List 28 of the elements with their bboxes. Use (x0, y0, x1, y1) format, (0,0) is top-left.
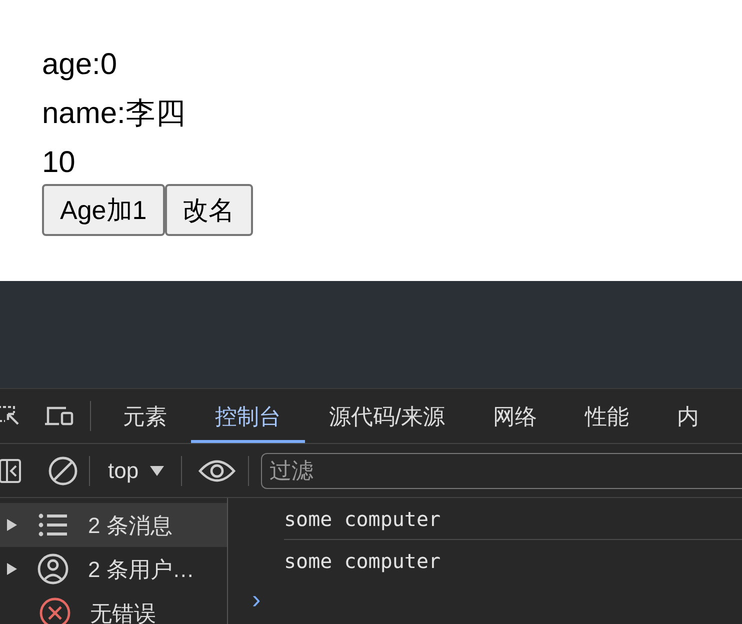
output-text: 10 (42, 145, 76, 181)
console-message: some computer (284, 506, 441, 532)
clear-icon[interactable] (47, 454, 79, 486)
expand-icon[interactable] (6, 562, 18, 576)
eye-icon[interactable] (198, 458, 236, 484)
action-button[interactable]: Age加1 (42, 184, 165, 236)
list-icon (38, 513, 68, 537)
context-dropdown[interactable]: top (100, 454, 173, 487)
panel-tab[interactable]: 源代码/来源 (305, 389, 470, 443)
output-text: age:0 (42, 47, 118, 83)
device-icon[interactable] (44, 404, 76, 428)
filter-field[interactable]: 过滤 (260, 452, 742, 488)
panel-tab[interactable]: 元素 (99, 389, 191, 443)
caret-icon (148, 464, 165, 476)
panel-tab[interactable]: 网络 (469, 389, 562, 443)
sidebar-toggle-icon[interactable] (0, 458, 21, 484)
action-button[interactable]: 改名 (164, 184, 253, 236)
panel-tab[interactable]: 内 (653, 389, 724, 443)
context-label: top (108, 457, 139, 485)
output-text: name:李四 (42, 96, 186, 132)
sidebar-item[interactable]: 2 条消息 (0, 503, 227, 547)
error-icon (39, 597, 71, 624)
prompt-caret[interactable]: › (252, 586, 742, 612)
panel-tab[interactable]: 控制台 (191, 389, 305, 443)
panel-tab[interactable]: 性能 (561, 389, 654, 443)
expand-icon[interactable] (6, 518, 18, 532)
user-icon (37, 553, 69, 585)
console-message: some computer (284, 548, 441, 574)
